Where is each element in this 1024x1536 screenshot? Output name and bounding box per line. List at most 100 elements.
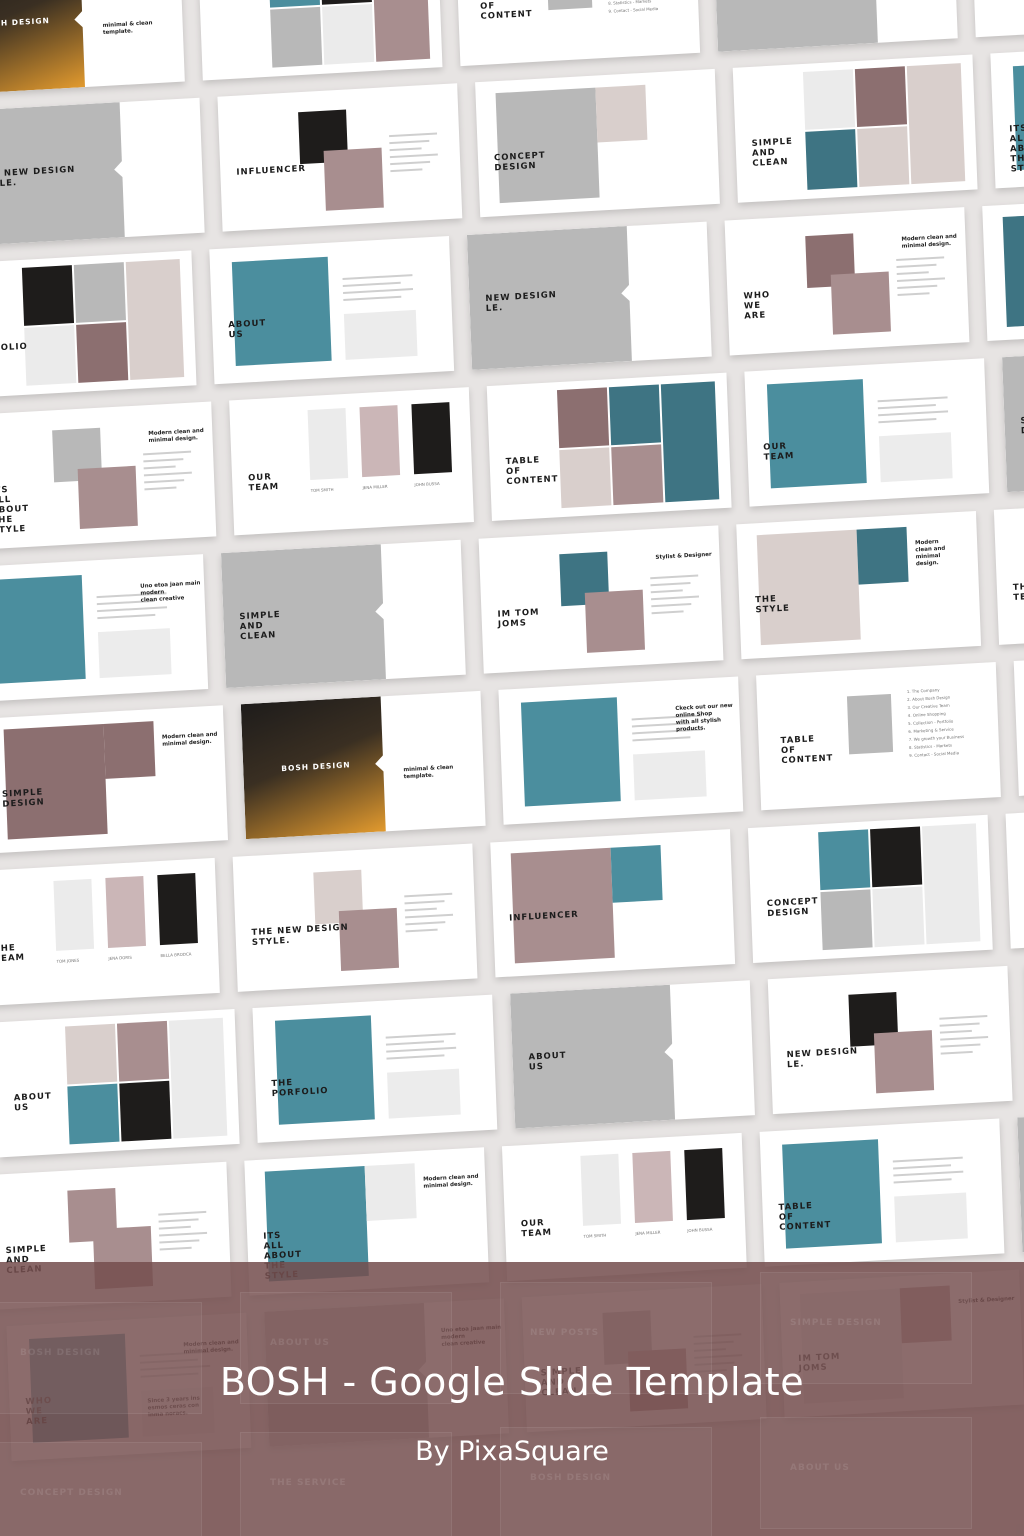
team-photo	[632, 1150, 673, 1223]
team-photo	[53, 878, 95, 951]
text-line	[143, 471, 192, 477]
slide-photo	[610, 845, 663, 903]
grid-photo	[73, 262, 126, 323]
grid-photo	[820, 889, 873, 951]
text-line	[343, 288, 414, 294]
text-line	[650, 581, 691, 587]
slide-thumbnail: TOM JONESJENA DORISBELLA BRODCATHE TEAM	[0, 857, 220, 1007]
text-line	[386, 1046, 457, 1053]
slide-title: THE NEW DESIGN STYLE.	[251, 922, 349, 948]
team-name: JOHN BUSSA	[414, 480, 440, 488]
slide-title: NEW DESIGN LE.	[786, 1046, 859, 1071]
slide-thumbnail: THE NEW DESIGN STYLE.	[232, 843, 478, 992]
slide-thumbnail: ABOUT US	[209, 235, 455, 385]
slide-caption: Modern clean and minimal design.	[914, 539, 946, 568]
text-line	[159, 1239, 200, 1244]
slide-photo	[782, 1139, 882, 1249]
text-line	[159, 1246, 192, 1251]
slide-photo	[766, 379, 867, 489]
slide-title: THE PORFOLIO	[271, 1077, 329, 1100]
team-name: TOM JONES	[56, 957, 80, 964]
text-line	[404, 907, 437, 912]
text-line	[97, 606, 168, 613]
text-line	[143, 458, 184, 463]
team-title: THE TEAM	[1012, 581, 1024, 603]
team-title: OUR TEAM	[520, 1218, 553, 1240]
team-name: TOM SMITH	[310, 486, 334, 494]
slide-thumbnail: ABOUT US	[0, 1009, 240, 1158]
text-line	[389, 147, 422, 152]
slide-thumbnail: SIMPLE AND CLEAN	[1005, 800, 1024, 949]
quote-badge	[343, 309, 418, 360]
slide-thumbnail: NEW DESIGN LE.	[767, 965, 1013, 1115]
slide-notch	[374, 602, 385, 621]
text-line	[897, 292, 930, 297]
team-photo	[580, 1153, 622, 1226]
text-line	[877, 404, 936, 410]
text-line	[385, 1040, 444, 1046]
slide-thumbnail: THE NEW DESIGN STYLE.	[0, 97, 205, 247]
toc-item: 9. Contact - Social Media	[909, 750, 960, 759]
slide-thumbnail: TABLE OF CONTENT1. The Company2. About B…	[455, 0, 701, 67]
text-line	[97, 613, 156, 620]
slide-title: CONCEPT DESIGN	[493, 150, 546, 174]
text-line	[404, 892, 453, 898]
toc-item: 3. Our Creative Team	[907, 702, 950, 711]
team-title: OUR TEAM	[247, 472, 280, 494]
text-line	[896, 256, 945, 262]
text-line	[650, 574, 699, 580]
slide-photo	[595, 84, 648, 143]
grid-photo	[168, 1017, 228, 1139]
slide-thumbnail: THE STYLE Modern clean and minimal design…	[736, 510, 982, 660]
slide-title: IM TOM JOMS	[497, 607, 540, 630]
slide-title: TABLE OF CONTENT	[778, 1201, 832, 1233]
slide-notch	[620, 283, 631, 303]
text-line	[939, 1015, 988, 1020]
grid-photo	[906, 63, 966, 185]
quote-badge	[894, 1192, 968, 1243]
grid-photo	[270, 6, 323, 68]
slide-photo	[1002, 211, 1024, 327]
text-line	[892, 1156, 963, 1163]
text-line	[939, 1029, 972, 1034]
text-line	[896, 263, 937, 269]
slide-thumbnail: CONCEPT DESIGN	[475, 68, 720, 218]
team-name: TOM SMITH	[583, 1232, 607, 1239]
grid-photo	[24, 325, 77, 386]
ghost-slide	[760, 1417, 972, 1529]
slide-title: SIMPLE DESIGN	[1, 787, 45, 810]
slide-thumbnail: ITS ALL ABOUT THE STYLEModern clean and …	[0, 401, 217, 550]
slide-thumbnail: BOSH DESIGN minimal & clean template.	[0, 0, 185, 95]
text-line	[342, 281, 401, 287]
slide-photo	[364, 1163, 417, 1221]
slide-notch	[113, 160, 124, 179]
text-line	[939, 1022, 980, 1027]
grid-photo	[921, 823, 981, 945]
toc-item: 5. Collection - Portfolio	[907, 718, 954, 727]
text-line	[405, 921, 446, 926]
text-line	[651, 602, 692, 608]
slide-photo	[103, 721, 156, 779]
slide-thumbnail: THE PORFOLIO	[970, 0, 1024, 38]
slide-title: THE PORFOLIO	[0, 341, 28, 355]
text-line	[390, 168, 423, 173]
slide-thumbnail: TABLE OF CONTENT	[486, 372, 732, 521]
text-line	[893, 1164, 952, 1170]
text-line	[651, 610, 684, 615]
slide-title: WHO WE ARE	[743, 290, 771, 322]
text-line	[144, 486, 177, 491]
grid-photo	[116, 1020, 170, 1082]
banner-subtitle: By PixaSquare	[415, 1436, 609, 1467]
slide-photo	[274, 1015, 375, 1125]
slide-thumbnail: ITS ALL ABOUT THE STYLEModern clean and …	[990, 40, 1024, 189]
cover-caption: minimal & clean template.	[403, 764, 454, 781]
slide-photo	[0, 574, 86, 685]
slide-caption: Ckeck out our new online Shop with all s…	[675, 702, 733, 733]
quote-badge	[387, 1068, 461, 1119]
quote-badge	[878, 432, 953, 483]
slide-thumbnail: ABOUT US	[1013, 647, 1024, 796]
text-line	[144, 479, 185, 484]
slide-title: SIMPLE AND CLEAN	[751, 136, 793, 169]
slide-thumbnail: Ckeck out our new online Shop with all s…	[498, 676, 744, 825]
slide-thumbnail: TOM JONESJENA DORISBELLA BRODCATHE TEAM	[993, 496, 1024, 645]
